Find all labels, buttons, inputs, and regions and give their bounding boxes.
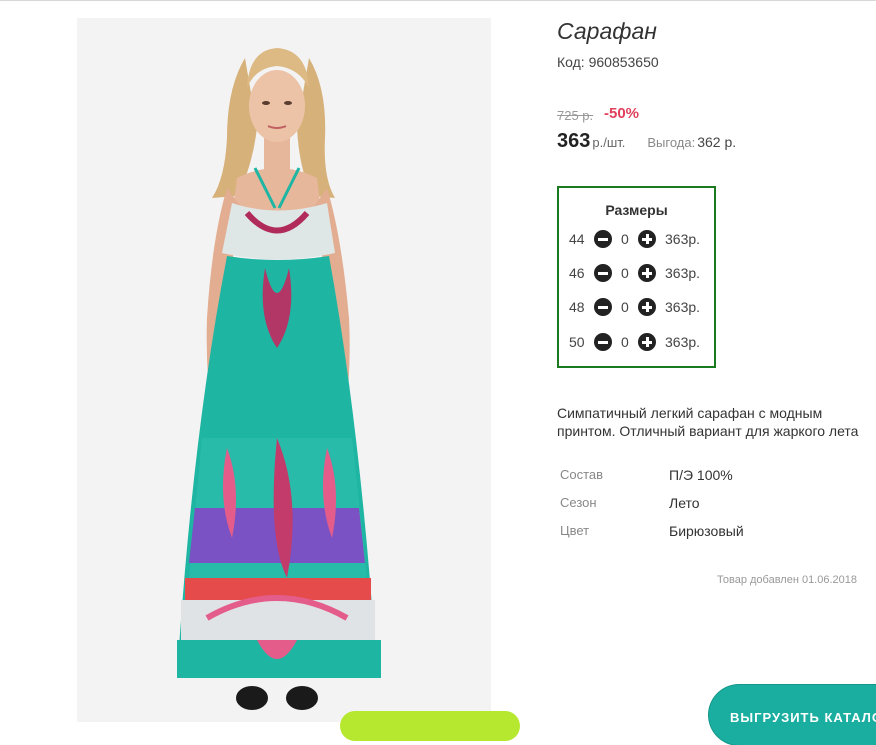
discount-badge: -50% bbox=[604, 105, 640, 122]
size-price: 363р. bbox=[665, 299, 701, 315]
size-price: 363р. bbox=[665, 231, 701, 247]
size-row: 48 0 363р. bbox=[559, 296, 714, 318]
size-row: 46 0 363р. bbox=[559, 262, 714, 284]
size-label: 48 bbox=[569, 299, 585, 315]
minus-icon bbox=[598, 340, 608, 344]
quantity-value: 0 bbox=[621, 231, 629, 247]
size-row: 44 0 363р. bbox=[559, 228, 714, 250]
property-key-composition: Состав bbox=[560, 467, 604, 482]
product-title: Сарафан bbox=[557, 18, 657, 44]
dress-illustration bbox=[77, 18, 491, 722]
property-key-color: Цвет bbox=[560, 523, 590, 538]
minus-button[interactable] bbox=[594, 264, 612, 282]
top-divider bbox=[0, 0, 876, 1]
sizes-title: Размеры bbox=[605, 202, 668, 218]
current-price: 363 bbox=[557, 130, 591, 152]
property-value-composition: П/Э 100% bbox=[669, 467, 733, 483]
minus-button[interactable] bbox=[594, 333, 612, 351]
added-date: Товар добавлен 01.06.2018 bbox=[717, 574, 858, 586]
property-value-season: Лето bbox=[669, 495, 700, 511]
price-row: 363 р./шт. Выгода: 362 р. bbox=[557, 130, 736, 153]
old-price: 725 р. bbox=[557, 108, 594, 123]
plus-icon-vertical bbox=[645, 337, 649, 347]
quantity-value: 0 bbox=[621, 299, 629, 315]
minus-icon bbox=[598, 271, 608, 275]
price-unit: р./шт. bbox=[592, 135, 626, 150]
property-key-season: Сезон bbox=[560, 495, 597, 510]
size-label: 44 bbox=[569, 231, 585, 247]
minus-icon bbox=[598, 305, 608, 309]
plus-button[interactable] bbox=[638, 333, 656, 351]
minus-button[interactable] bbox=[594, 230, 612, 248]
product-code: Код: 960853650 bbox=[557, 54, 659, 70]
minus-icon bbox=[598, 237, 608, 241]
benefit-value: 362 р. bbox=[697, 134, 737, 150]
minus-button[interactable] bbox=[594, 298, 612, 316]
benefit-label: Выгода: bbox=[647, 135, 696, 150]
size-label: 46 bbox=[569, 265, 585, 281]
plus-icon-vertical bbox=[645, 268, 649, 278]
size-price: 363р. bbox=[665, 265, 701, 281]
export-catalog-button[interactable]: ВЫГРУЗИТЬ КАТАЛОГ bbox=[709, 685, 876, 745]
size-row: 50 0 363р. bbox=[559, 331, 714, 353]
size-label: 50 bbox=[569, 334, 585, 350]
product-photo[interactable] bbox=[77, 18, 491, 722]
plus-button[interactable] bbox=[638, 230, 656, 248]
plus-button[interactable] bbox=[638, 264, 656, 282]
green-action-button[interactable] bbox=[340, 711, 520, 741]
product-description: Симпатичный легкий сарафан с модным прин… bbox=[557, 405, 859, 439]
quantity-value: 0 bbox=[621, 265, 629, 281]
plus-icon-vertical bbox=[645, 302, 649, 312]
property-value-color: Бирюзовый bbox=[669, 523, 744, 539]
export-catalog-label: ВЫГРУЗИТЬ КАТАЛОГ bbox=[730, 710, 876, 725]
size-price: 363р. bbox=[665, 334, 701, 350]
plus-button[interactable] bbox=[638, 298, 656, 316]
quantity-value: 0 bbox=[621, 334, 629, 350]
sizes-box: Размеры 44 0 363р. 46 0 363р. 48 0 363р.… bbox=[557, 186, 716, 368]
plus-icon-vertical bbox=[645, 234, 649, 244]
